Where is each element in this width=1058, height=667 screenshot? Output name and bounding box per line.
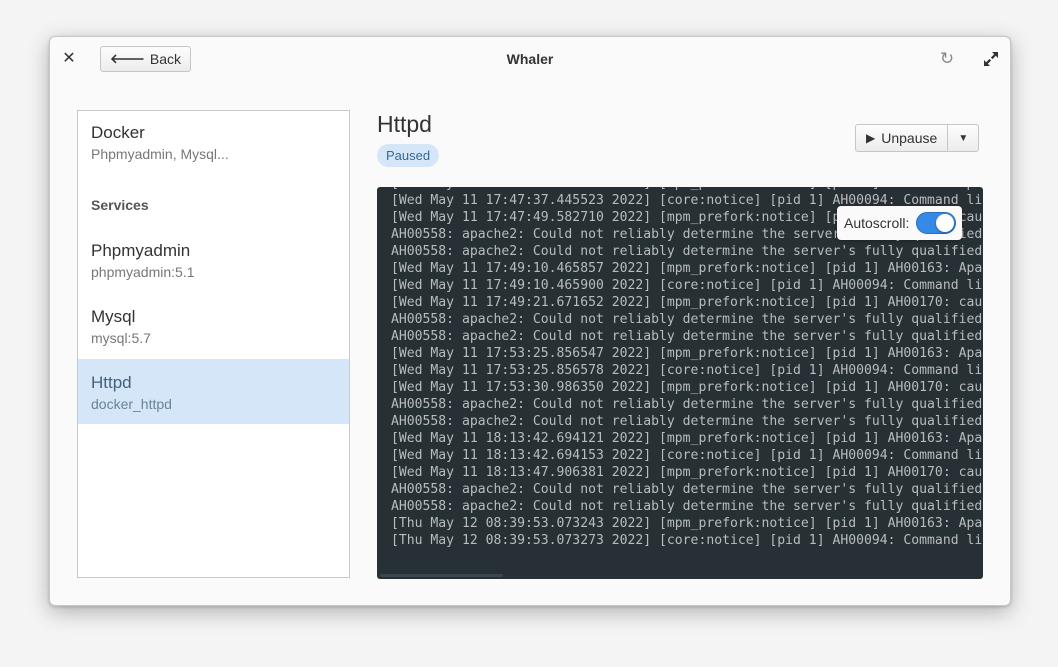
refresh-icon[interactable]: ↻	[938, 50, 956, 68]
autoscroll-switch[interactable]	[916, 212, 957, 234]
autoscroll-label: Autoscroll:	[844, 215, 910, 231]
sidebar-item-mysql[interactable]: Mysql mysql:5.7	[78, 293, 349, 359]
log-line: AH00558: apache2: Could not reliably det…	[391, 329, 983, 344]
autoscroll-control: Autoscroll:	[837, 206, 963, 240]
unpause-button-label: Unpause	[881, 130, 938, 146]
sidebar-item-subtitle: Phpmyadmin, Mysql...	[91, 146, 229, 162]
sidebar-item-subtitle: docker_httpd	[91, 396, 172, 412]
play-icon: ▶	[866, 131, 876, 145]
sidebar-item-httpd[interactable]: Httpd docker_httpd	[78, 359, 349, 424]
container-title: Httpd	[377, 111, 432, 137]
sidebar-item-title: Mysql	[91, 307, 136, 326]
log-line: AH00558: apache2: Could not reliably det…	[391, 312, 983, 327]
log-line: [Thu May 12 08:39:53.073243 2022] [mpm_p…	[391, 516, 983, 531]
window-title: Whaler	[506, 51, 554, 67]
log-line: [Wed May 11 17:49:21.671652 2022] [mpm_p…	[391, 295, 983, 310]
log-line: AH00558: apache2: Could not reliably det…	[391, 397, 983, 412]
log-line: AH00558: apache2: Could not reliably det…	[391, 244, 983, 259]
header-bar: ✕ 🡐 Back Whaler ↻	[50, 37, 1010, 83]
unpause-button-group: ▶ Unpause ▼	[855, 124, 980, 152]
log-line: [Wed May 11 18:13:42.694153 2022] [core:…	[391, 448, 983, 463]
app-window: ✕ 🡐 Back Whaler ↻ Docker Phpmyadmin, Mys…	[49, 36, 1011, 606]
sidebar: Docker Phpmyadmin, Mysql... Services Php…	[77, 110, 350, 578]
log-line: [Wed May 11 17:49:10.465900 2022] [core:…	[391, 278, 983, 293]
log-line: [Wed May 11 18:13:42.694121 2022] [mpm_p…	[391, 431, 983, 446]
log-line: [Wed May 11 17:49:10.465857 2022] [mpm_p…	[391, 261, 983, 276]
log-line: [Wed May 11 17:53:25.856547 2022] [mpm_p…	[391, 346, 983, 361]
chevron-down-icon: ▼	[958, 132, 969, 144]
log-line: [Wed May 11 17:53:25.856578 2022] [core:…	[391, 363, 983, 378]
log-view[interactable]: [Wed May 11 17:47:37.445523 2022] [mpm_p…	[377, 187, 983, 579]
sidebar-item-subtitle: phpmyadmin:5.1	[91, 264, 195, 280]
sidebar-item-subtitle: mysql:5.7	[91, 330, 151, 346]
log-line: AH00558: apache2: Could not reliably det…	[391, 499, 983, 514]
fullscreen-icon[interactable]	[982, 50, 1000, 68]
sidebar-item-title: Phpmyadmin	[91, 241, 191, 260]
sidebar-item-docker[interactable]: Docker Phpmyadmin, Mysql...	[78, 123, 349, 173]
switch-knob	[936, 214, 955, 232]
horizontal-scrollbar[interactable]	[380, 574, 503, 577]
log-line: AH00558: apache2: Could not reliably det…	[391, 482, 983, 497]
actions-dropdown-button[interactable]: ▼	[948, 125, 978, 151]
status-badge: Paused	[377, 144, 440, 167]
log-line: [Wed May 11 17:53:30.986350 2022] [mpm_p…	[391, 380, 983, 395]
log-text: [Wed May 11 17:47:37.445523 2022] [mpm_p…	[391, 187, 983, 549]
log-line: [Thu May 12 08:39:53.073273 2022] [core:…	[391, 533, 983, 548]
services-header: Services	[91, 197, 149, 213]
sidebar-item-title: Docker	[91, 123, 145, 142]
sidebar-item-phpmyadmin[interactable]: Phpmyadmin phpmyadmin:5.1	[78, 227, 349, 293]
log-line: [Wed May 11 18:13:47.906381 2022] [mpm_p…	[391, 465, 983, 480]
log-line: AH00558: apache2: Could not reliably det…	[391, 414, 983, 429]
unpause-button[interactable]: ▶ Unpause	[856, 125, 949, 151]
sidebar-item-title: Httpd	[91, 373, 132, 392]
